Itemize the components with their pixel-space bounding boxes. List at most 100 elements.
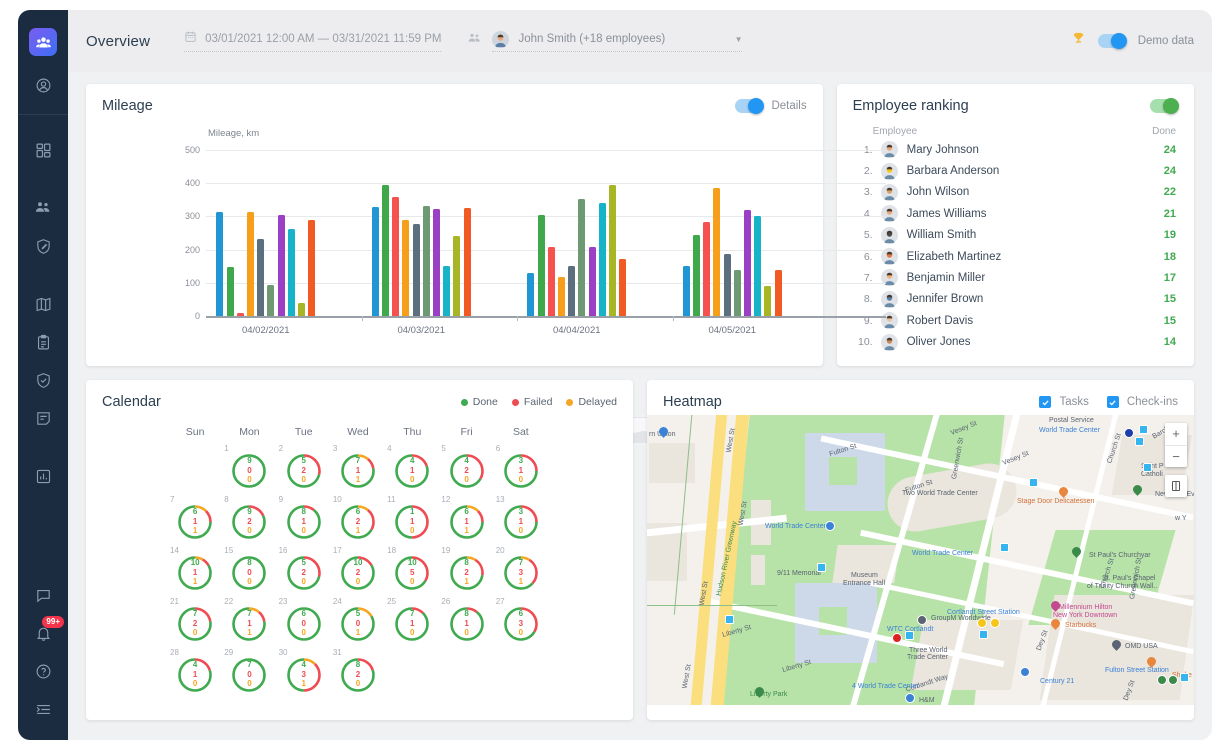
mileage-chart[interactable]: Mileage, km 0 100 200 300 400 500 04/02/2021 04… [86,124,886,366]
calendar-day-cell[interactable]: 16 5 2 0 [277,546,331,597]
chart-bar[interactable] [744,210,752,316]
zoom-out-button[interactable]: − [1165,445,1187,467]
sidebar-item-map[interactable] [18,285,68,323]
demo-data-toggle[interactable] [1097,33,1127,49]
chart-bar[interactable] [402,220,410,316]
map-pin-restaurant[interactable] [1057,485,1070,499]
map-marker-station-3[interactable] [1180,673,1189,682]
chart-bar[interactable] [764,286,772,316]
map-marker-line-r[interactable] [977,618,987,628]
sidebar-item-dashboard[interactable] [18,131,68,169]
chart-bar[interactable] [392,197,400,316]
calendar-day-cell[interactable]: 6 310 [494,444,548,495]
calendar-day-cell[interactable]: 20 7 3 1 [494,546,548,597]
map-marker-transit-2[interactable] [1029,478,1038,487]
sidebar-item-help[interactable] [18,652,68,690]
map-marker-line-1[interactable] [892,633,902,643]
chart-bar[interactable] [463,208,471,316]
ranking-row[interactable]: 2. Barbara Anderson 24 [837,160,1194,181]
map-marker-transit[interactable] [725,615,734,624]
map-marker-line-5[interactable] [1168,675,1178,685]
calendar-day-cell[interactable]: 12 6 1 1 [439,495,493,546]
chart-bar[interactable] [226,267,234,316]
map-marker-subway[interactable] [1124,428,1134,438]
ranking-row[interactable]: 8. Jennifer Brown 15 [837,289,1194,310]
sidebar-item-checks[interactable] [18,361,68,399]
chart-bar[interactable] [443,265,451,316]
chart-bar[interactable] [557,276,565,316]
chart-bar[interactable] [246,212,254,316]
calendar-day-cell[interactable]: 4410 [385,444,439,495]
trophy-icon[interactable] [1071,31,1086,51]
map-marker-wtc[interactable] [825,521,835,531]
chart-bar[interactable] [257,238,265,316]
chart-bar[interactable] [547,246,555,316]
map-marker-line-4[interactable] [1157,675,1167,685]
chart-bar[interactable] [371,207,379,316]
chart-bar[interactable] [287,229,295,316]
calendar-day-cell[interactable]: 25 7 1 0 [385,597,439,648]
map-marker-groupm[interactable] [917,615,927,625]
chart-bar[interactable] [723,254,731,316]
sidebar-item-employees[interactable] [18,189,68,227]
chart-bar[interactable] [433,209,441,316]
calendar-day-cell[interactable]: 24 5 0 1 [331,597,385,648]
calendar-day-cell[interactable]: 22 7 1 1 [222,597,276,648]
chart-bar[interactable] [422,206,430,316]
ranking-row[interactable]: 6. Elizabeth Martinez 18 [837,246,1194,267]
map-marker-transit-4[interactable] [1143,463,1152,472]
chart-bar[interactable] [754,216,762,316]
ranking-toggle[interactable] [1150,98,1179,114]
calendar-day-cell[interactable]: 19 8 2 1 [439,546,493,597]
calendar-day-cell[interactable]: 11 1 1 0 [385,495,439,546]
chart-bar[interactable] [527,272,535,316]
calendar-day-cell[interactable]: 21 7 2 0 [168,597,222,648]
chart-bar[interactable] [733,269,741,316]
chart-bar[interactable] [578,199,586,316]
chart-bar[interactable] [277,214,285,316]
chart-bar[interactable] [774,269,782,316]
map-marker-station[interactable] [979,630,988,639]
sidebar-item-chat[interactable] [18,576,68,614]
calendar-day-cell[interactable]: 29 7 0 0 [222,648,276,699]
chart-bar[interactable] [216,211,224,316]
sidebar-item-collapse[interactable] [18,690,68,728]
calendar-day-cell[interactable]: 9 810 [277,495,331,546]
calendar-day-cell[interactable]: 1900 [222,444,276,495]
ranking-row[interactable]: 7. Benjamin Miller 17 [837,267,1194,288]
ranking-row[interactable]: 10. Oliver Jones 14 [837,331,1194,352]
chart-bar[interactable] [608,184,616,316]
sidebar-item-notifications[interactable]: 99+ [18,614,68,652]
map-zoom-controls[interactable]: + − [1165,423,1187,467]
chart-bar[interactable] [619,258,627,316]
chart-bar[interactable] [537,214,545,316]
employee-selector[interactable]: John Smith (+18 employees) ▼ [492,30,743,52]
map-pin-hotel[interactable] [1049,599,1062,613]
map-marker-hm[interactable] [905,693,915,703]
chart-bar[interactable] [588,246,596,316]
map-marker-transit-3[interactable] [1135,437,1144,446]
ranking-row[interactable]: 4. James Williams 21 [837,203,1194,224]
chart-bar[interactable] [568,265,576,316]
map-pin-omd[interactable] [1110,638,1123,652]
map-marker-century21[interactable] [1020,667,1030,677]
checkins-checkbox[interactable] [1106,396,1119,408]
sidebar-item-forms[interactable] [18,399,68,437]
sidebar-item-profile[interactable] [18,66,68,104]
chevron-down-icon[interactable]: ▼ [735,35,743,44]
map-marker-museum[interactable] [817,563,826,572]
calendar-day-cell[interactable]: 14 10 1 1 [168,546,222,597]
ranking-row[interactable]: 1.Mary Johnson24 [837,139,1194,160]
calendar-day-cell[interactable]: 28 4 1 0 [168,648,222,699]
tasks-checkbox[interactable] [1039,396,1052,408]
map-marker-metro[interactable] [1139,425,1148,434]
chart-bar[interactable] [267,285,275,316]
ranking-row[interactable]: 5. William Smith 19 [837,225,1194,246]
sidebar-item-reports[interactable] [18,457,68,495]
map-canvas[interactable]: rn UnionWest StWest StHudson River Green… [647,415,1194,705]
calendar-day-cell[interactable]: 27 6 3 0 [494,597,548,648]
map-pin[interactable] [657,425,670,439]
calendar-day-cell[interactable]: 17 10 2 0 [331,546,385,597]
map-pin-shake[interactable] [1145,655,1158,669]
zoom-in-button[interactable]: + [1165,423,1187,445]
